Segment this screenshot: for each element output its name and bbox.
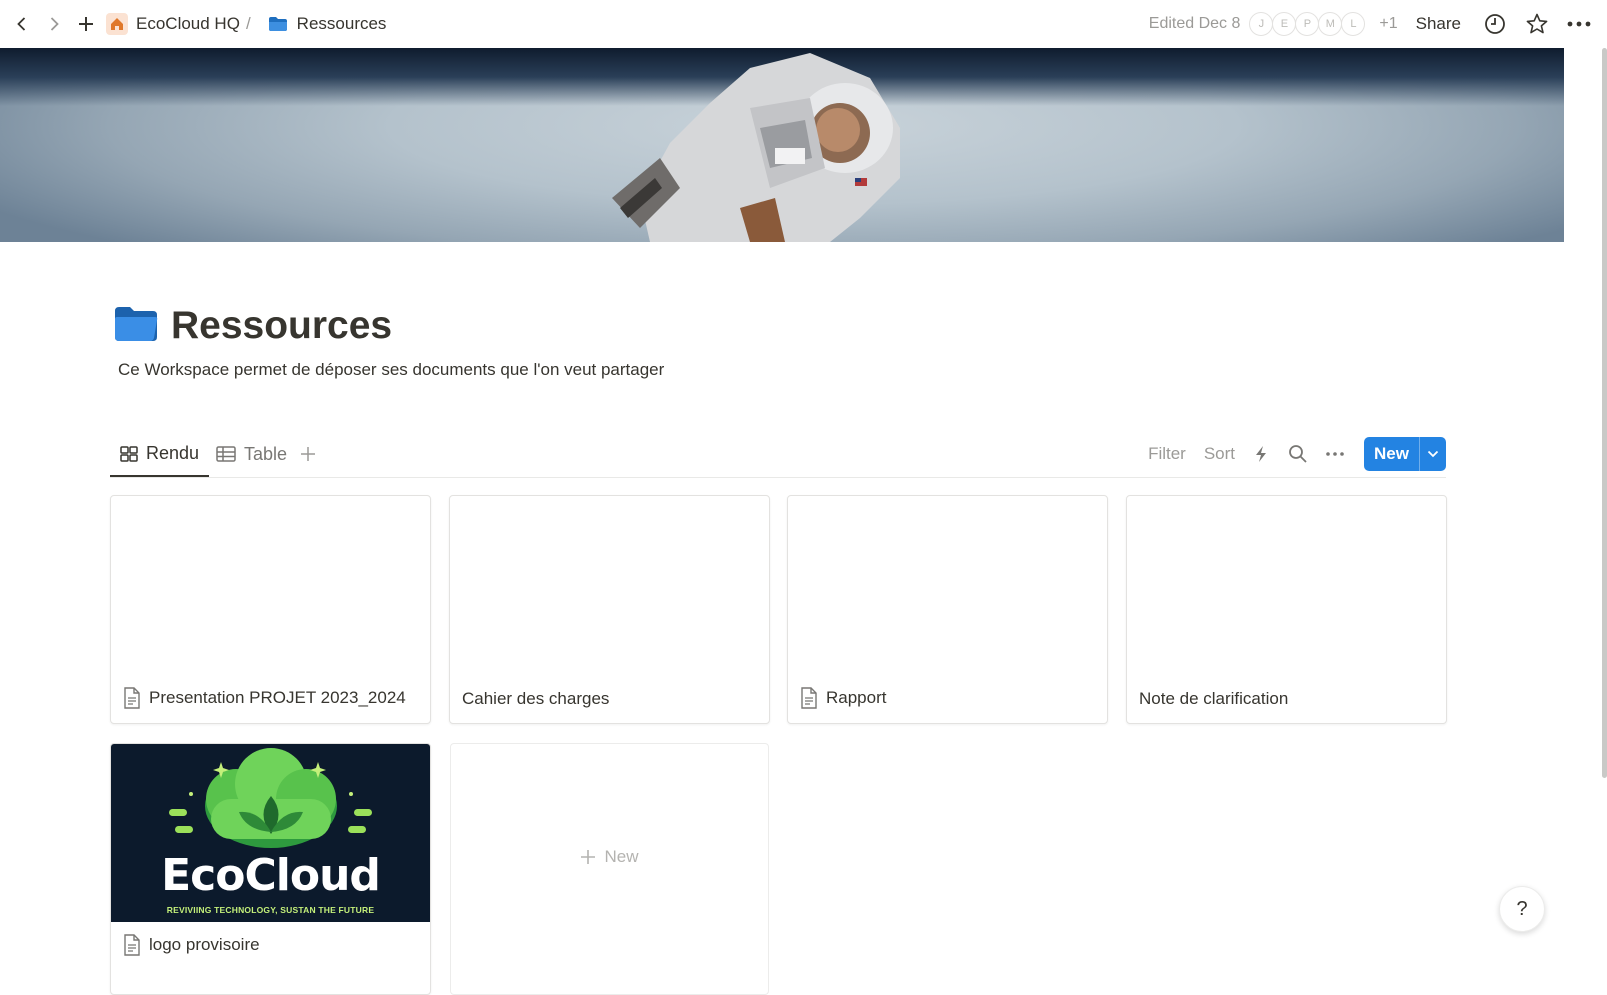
- logo-brand-text: EcoCloud: [161, 850, 381, 901]
- card-title-row: Note de clarification: [1139, 689, 1288, 709]
- card-title: Presentation PROJET 2023_2024: [149, 688, 406, 707]
- new-card-label: New: [604, 847, 639, 866]
- gallery-card[interactable]: EcoCloud REVIVIING TECHNOLOGY, SUSTAN TH…: [110, 743, 431, 995]
- plus-icon: [581, 850, 596, 864]
- folder-icon: [267, 13, 289, 35]
- card-title-row: logo provisoire: [123, 934, 260, 956]
- filter-button[interactable]: Filter: [1148, 444, 1186, 464]
- add-page-icon[interactable]: [72, 10, 100, 38]
- card-title-row: Presentation PROJET 2023_2024: [123, 687, 406, 709]
- more-options-icon[interactable]: [1567, 12, 1591, 36]
- breadcrumb: EcoCloud HQ / Ressources: [106, 13, 386, 35]
- document-icon: [123, 934, 141, 956]
- gallery-card[interactable]: Note de clarification: [1126, 495, 1447, 724]
- card-title: Note de clarification: [1139, 689, 1289, 708]
- card-title: logo provisoire: [149, 935, 260, 954]
- gallery-card[interactable]: Cahier des charges: [449, 495, 770, 724]
- card-title-row: Cahier des charges: [462, 689, 609, 709]
- breadcrumb-workspace[interactable]: EcoCloud HQ: [136, 14, 240, 34]
- help-button[interactable]: ?: [1499, 886, 1545, 932]
- add-view-icon[interactable]: [300, 432, 316, 476]
- breadcrumb-separator: /: [245, 14, 251, 33]
- avatar[interactable]: M: [1318, 12, 1343, 36]
- new-record-button[interactable]: New: [1364, 437, 1446, 471]
- astronaut-illustration: [612, 53, 900, 242]
- gallery-card[interactable]: Presentation PROJET 2023_2024: [110, 495, 431, 724]
- logo-tagline: REVIVIING TECHNOLOGY, SUSTAN THE FUTURE: [166, 905, 375, 915]
- card-title-row: Rapport: [800, 687, 886, 709]
- new-card-content: New: [451, 744, 768, 970]
- scrollbar[interactable]: [1602, 48, 1607, 778]
- folder-icon[interactable]: [113, 305, 159, 348]
- avatar[interactable]: P: [1295, 12, 1320, 36]
- top-bar: EcoCloud HQ / Ressources Edited Dec 8 J …: [0, 0, 1607, 48]
- collaborator-avatars[interactable]: J E P M L: [1249, 12, 1366, 36]
- database-view-bar: Rendu Table Filter Sort New: [110, 432, 1446, 478]
- search-icon[interactable]: [1287, 443, 1309, 465]
- share-button[interactable]: Share: [1416, 14, 1461, 34]
- view-tools: Filter Sort New: [1130, 432, 1446, 476]
- page-description[interactable]: Ce Workspace permet de déposer ses docum…: [118, 360, 664, 380]
- automation-lightning-icon[interactable]: [1250, 443, 1272, 465]
- tab-rendu[interactable]: Rendu: [110, 432, 210, 477]
- page-cover-image[interactable]: [0, 48, 1564, 242]
- chevron-down-icon[interactable]: [1419, 437, 1446, 471]
- top-actions: Edited Dec 8 J E P M L +1 Share: [1149, 0, 1591, 48]
- document-icon: [800, 687, 818, 709]
- breadcrumb-page[interactable]: Ressources: [297, 14, 387, 34]
- document-icon: [123, 687, 141, 709]
- ecocloud-logo-icon: [169, 748, 372, 848]
- back-arrow-icon[interactable]: [8, 10, 36, 38]
- tab-table[interactable]: Table: [216, 432, 287, 476]
- history-clock-icon[interactable]: [1483, 12, 1507, 36]
- card-title: Rapport: [826, 688, 887, 707]
- gallery-card[interactable]: Rapport: [787, 495, 1108, 724]
- forward-arrow-icon[interactable]: [40, 10, 68, 38]
- more-options-icon[interactable]: [1324, 443, 1346, 465]
- page-header: Ressources: [113, 304, 392, 348]
- tab-label: Rendu: [146, 443, 200, 463]
- gallery-icon: [120, 445, 138, 462]
- avatar[interactable]: L: [1341, 12, 1366, 36]
- favorite-star-icon[interactable]: [1525, 12, 1549, 36]
- home-icon: [106, 13, 128, 35]
- page-title[interactable]: Ressources: [171, 304, 392, 348]
- card-title: Cahier des charges: [462, 689, 610, 708]
- sort-button[interactable]: Sort: [1204, 444, 1235, 464]
- avatar[interactable]: J: [1249, 12, 1274, 36]
- new-button-label[interactable]: New: [1364, 437, 1419, 471]
- avatar[interactable]: E: [1272, 12, 1297, 36]
- tab-label: Table: [244, 443, 288, 464]
- more-collaborators[interactable]: +1: [1379, 15, 1397, 33]
- card-preview-image: EcoCloud REVIVIING TECHNOLOGY, SUSTAN TH…: [111, 744, 430, 922]
- table-icon: [216, 446, 236, 462]
- edited-timestamp: Edited Dec 8: [1148, 15, 1241, 32]
- new-card-button[interactable]: New: [450, 743, 769, 995]
